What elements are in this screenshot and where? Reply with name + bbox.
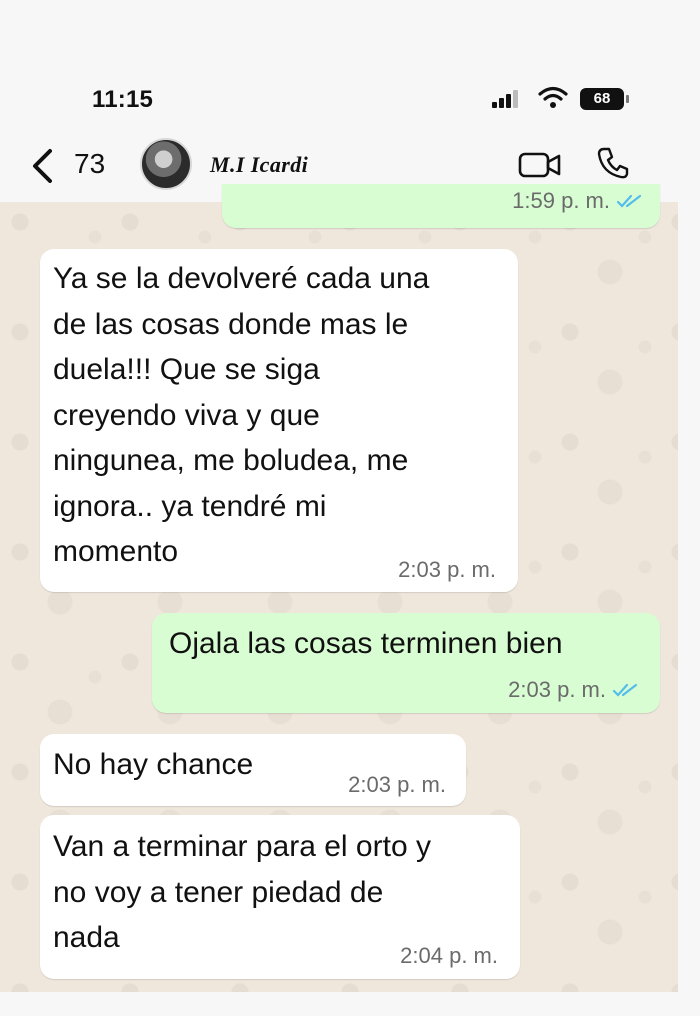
message-bubble-incoming[interactable]: Van a terminar para el orto y no voy a t… (40, 815, 520, 979)
message-time: 2:03 p. m. (508, 677, 606, 702)
status-bar: 11:15 68 (0, 70, 700, 130)
signal-icon (492, 90, 518, 108)
message-meta: 2:04 p. m. (400, 943, 498, 969)
contact-name[interactable]: M.I Icardi (210, 152, 308, 178)
video-camera-icon[interactable] (518, 150, 562, 180)
message-time: 1:59 p. m. (512, 188, 610, 213)
chevron-left-icon[interactable] (28, 148, 58, 184)
double-check-icon (616, 194, 642, 208)
unread-count[interactable]: 73 (74, 148, 105, 180)
message-bubble-outgoing[interactable]: 1:59 p. m. (222, 184, 660, 228)
message-text: No hay chance (53, 748, 254, 781)
message-bubble-incoming[interactable]: Ya se la devolveré cada una de las cosas… (40, 249, 518, 592)
message-text: Ojala las cosas terminen bien (169, 627, 563, 660)
battery-level: 68 (593, 90, 611, 107)
message-time: 2:03 p. m. (348, 772, 446, 797)
double-check-icon (612, 683, 638, 697)
message-time: 2:04 p. m. (400, 943, 498, 968)
clock: 11:15 (92, 86, 154, 113)
message-text: Ya se la devolveré cada una de las cosas… (53, 262, 430, 568)
message-meta: 1:59 p. m. (512, 188, 644, 214)
message-bubble-incoming[interactable]: No hay chance 2:03 p. m. (40, 734, 466, 806)
message-text: Van a terminar para el orto y no voy a t… (53, 830, 431, 954)
message-meta: 2:03 p. m. (508, 677, 640, 703)
avatar[interactable] (140, 138, 192, 190)
chat-screen: 11:15 68 73 M.I Icardi 1:59 p. m. Ya se … (0, 0, 700, 1016)
message-meta: 2:03 p. m. (398, 557, 496, 583)
message-bubble-outgoing[interactable]: Ojala las cosas terminen bien 2:03 p. m. (152, 613, 660, 713)
phone-icon[interactable] (596, 146, 630, 180)
message-meta: 2:03 p. m. (348, 772, 446, 798)
wifi-icon (538, 86, 568, 108)
message-time: 2:03 p. m. (398, 557, 496, 582)
battery-icon: 68 (580, 88, 629, 110)
